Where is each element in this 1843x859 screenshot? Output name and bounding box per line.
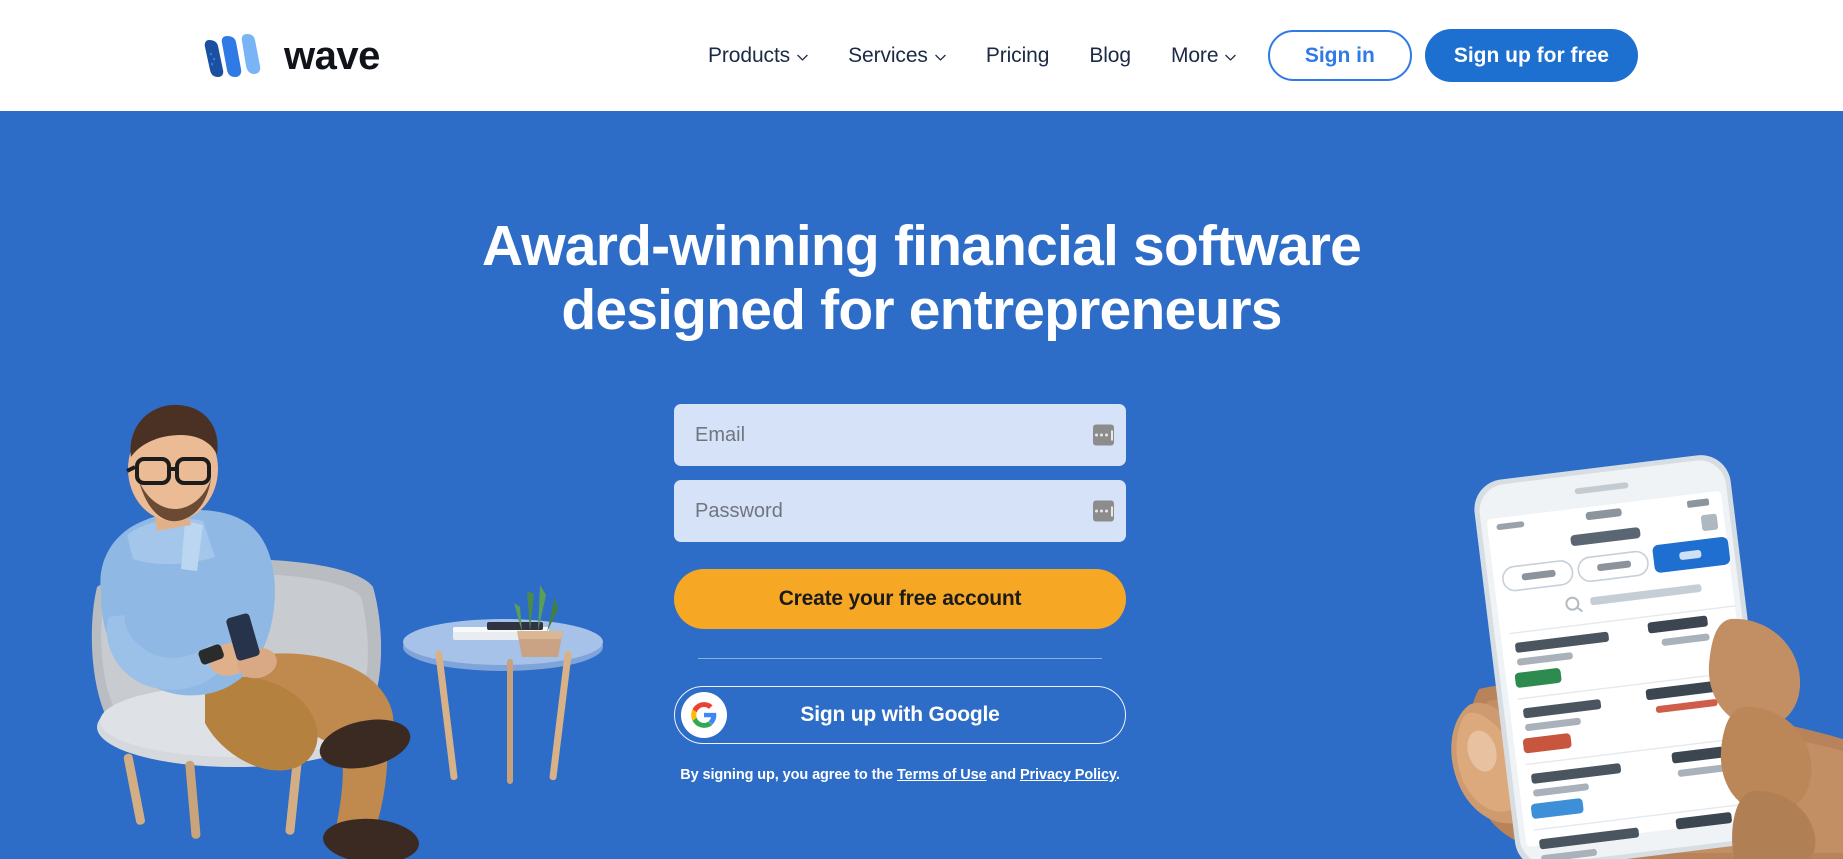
header-auth-actions: Sign in Sign up for free xyxy=(1267,0,1638,111)
chevron-down-icon xyxy=(797,54,808,61)
form-divider xyxy=(698,658,1102,659)
hand-holding-phone-with-invoices-photo xyxy=(1283,439,1843,859)
wave-logo-text: wave xyxy=(284,34,380,78)
legal-suffix: . xyxy=(1115,767,1120,783)
nav-item-services[interactable]: Services xyxy=(828,44,966,68)
create-free-account-button[interactable]: Create your free account xyxy=(674,569,1126,629)
nav-label: Blog xyxy=(1089,43,1131,67)
google-g-icon xyxy=(681,692,727,738)
man-in-armchair-using-phone-photo xyxy=(35,329,675,859)
sign-in-button[interactable]: Sign in xyxy=(1267,30,1412,81)
nav-label: Products xyxy=(708,43,791,67)
legal-prefix: By signing up, you agree to the xyxy=(680,767,897,783)
privacy-policy-link[interactable]: Privacy Policy xyxy=(1020,767,1116,783)
primary-nav: Products Services Pricing Blog More xyxy=(688,0,1256,111)
password-field-wrapper[interactable] xyxy=(674,480,1126,542)
autofill-icon[interactable] xyxy=(1093,500,1114,522)
hero-title-line-2: designed for entrepreneurs xyxy=(561,278,1282,343)
hero-title-line-1: Award-winning financial software xyxy=(481,214,1362,278)
legal-disclaimer: By signing up, you agree to the Terms of… xyxy=(674,767,1126,783)
page-title: Award-winning financial software designe… xyxy=(0,214,1843,343)
nav-label: Services xyxy=(848,43,928,67)
nav-label: More xyxy=(1170,43,1219,67)
email-input[interactable] xyxy=(674,404,1126,466)
google-button-label: Sign up with Google xyxy=(800,703,1000,726)
nav-item-more[interactable]: More xyxy=(1151,44,1256,68)
autofill-icon[interactable] xyxy=(1093,424,1114,446)
nav-item-pricing[interactable]: Pricing xyxy=(966,44,1070,68)
nav-item-blog[interactable]: Blog xyxy=(1069,44,1151,68)
sign-up-with-google-button[interactable]: Sign up with Google xyxy=(674,686,1126,744)
hero-section: Award-winning financial software designe… xyxy=(0,111,1843,859)
password-input[interactable] xyxy=(674,480,1126,542)
nav-label: Pricing xyxy=(985,43,1050,67)
wave-logo-icon xyxy=(203,32,271,80)
terms-of-use-link[interactable]: Terms of Use xyxy=(897,767,987,783)
site-header: wave Products Services Pricing Blog More… xyxy=(0,0,1843,111)
email-field-wrapper[interactable] xyxy=(674,404,1126,466)
chevron-down-icon xyxy=(1225,54,1237,61)
wave-landing-page: wave Products Services Pricing Blog More… xyxy=(0,0,1843,859)
sign-up-for-free-button[interactable]: Sign up for free xyxy=(1424,29,1638,82)
nav-item-products[interactable]: Products xyxy=(688,44,828,68)
wave-logo[interactable]: wave xyxy=(203,32,380,80)
chevron-down-icon xyxy=(935,54,946,61)
legal-middle: and xyxy=(986,767,1020,783)
signup-form: Create your free account Sign up with Go… xyxy=(674,404,1126,783)
